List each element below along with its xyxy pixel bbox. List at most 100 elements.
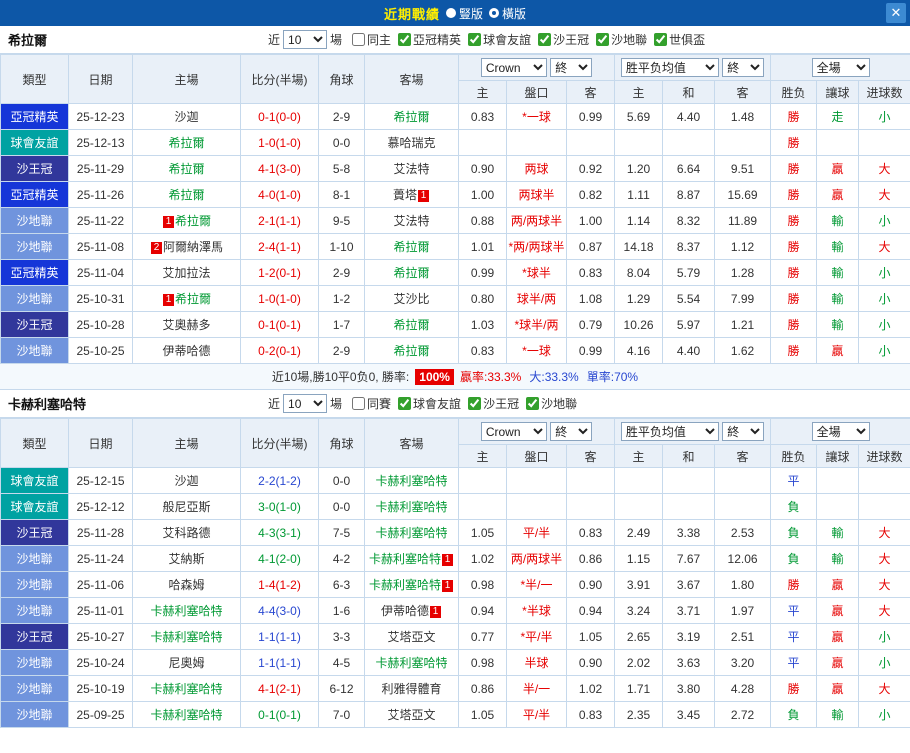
away-team-cell: 艾塔亞文 bbox=[365, 702, 459, 728]
view-option-vertical[interactable]: 豎版 bbox=[446, 5, 483, 22]
corners-cell: 0-0 bbox=[319, 494, 365, 520]
odds-home: 0.88 bbox=[459, 208, 507, 234]
team-name[interactable]: 希拉爾 bbox=[393, 266, 429, 280]
score-cell: 1-0(1-0) bbox=[241, 286, 319, 312]
filter-checkbox[interactable] bbox=[398, 33, 411, 46]
team-name[interactable]: 希拉爾 bbox=[393, 240, 429, 254]
team-name[interactable]: 希拉爾 bbox=[168, 162, 204, 176]
match-row: 亞冠精英25-12-23沙迦0-1(0-0)2-9希拉爾0.83*一球0.995… bbox=[1, 104, 910, 130]
team-name[interactable]: 卡赫利塞哈特 bbox=[369, 578, 441, 592]
summary-lead: 近10場,勝10平0负0, 勝率: bbox=[272, 368, 409, 385]
team-name[interactable]: 卡赫利塞哈特 bbox=[375, 474, 447, 488]
competition-filter[interactable]: 同主 bbox=[352, 31, 391, 48]
team-name[interactable]: 希拉爾 bbox=[393, 110, 429, 124]
close-button[interactable]: ✕ bbox=[886, 3, 906, 23]
games-count-select[interactable]: 10 bbox=[283, 394, 327, 413]
result-goals: 小 bbox=[859, 286, 910, 312]
filter-checkbox[interactable] bbox=[352, 33, 365, 46]
team-name[interactable]: 卡赫利塞哈特 bbox=[375, 656, 447, 670]
team-name[interactable]: 般尼亞斯 bbox=[162, 500, 210, 514]
team-name[interactable]: 伊蒂哈德 bbox=[381, 604, 429, 618]
team-name[interactable]: 艾科路德 bbox=[162, 526, 210, 540]
team-name[interactable]: 艾奧赫多 bbox=[162, 318, 210, 332]
odds-time-select[interactable]: 終 bbox=[550, 58, 592, 77]
result-outcome: 勝 bbox=[771, 182, 817, 208]
team-name[interactable]: 希拉爾 bbox=[168, 188, 204, 202]
competition-filter[interactable]: 球會友誼 bbox=[398, 395, 461, 412]
match-row: 沙王冠25-10-27卡赫利塞哈特1-1(1-1)3-3艾塔亞文0.77*平/半… bbox=[1, 624, 910, 650]
match-date: 25-12-23 bbox=[69, 104, 133, 130]
competition-filter[interactable]: 沙王冠 bbox=[538, 31, 589, 48]
competition-filter[interactable]: 沙地聯 bbox=[596, 31, 647, 48]
team-name[interactable]: 阿爾納澤馬 bbox=[163, 240, 223, 254]
avg-time-select[interactable]: 終 bbox=[722, 58, 764, 77]
match-date: 25-11-22 bbox=[69, 208, 133, 234]
radio-icon-horizontal[interactable] bbox=[489, 8, 499, 18]
view-option-horizontal[interactable]: 橫版 bbox=[489, 5, 526, 22]
team-name[interactable]: 沙迦 bbox=[174, 110, 198, 124]
match-row: 沙地聯25-09-25卡赫利塞哈特0-1(0-1)7-0艾塔亞文1.05平/半0… bbox=[1, 702, 910, 728]
team-name[interactable]: 希拉爾 bbox=[175, 214, 211, 228]
avg-time-select[interactable]: 終 bbox=[722, 422, 764, 441]
filter-checkbox[interactable] bbox=[596, 33, 609, 46]
team-name[interactable]: 卡赫利塞哈特 bbox=[375, 500, 447, 514]
team-name[interactable]: 卡赫利塞哈特 bbox=[150, 708, 222, 722]
team-name[interactable]: 艾納斯 bbox=[168, 552, 204, 566]
filter-checkbox[interactable] bbox=[468, 397, 481, 410]
team-name[interactable]: 利雅得體育 bbox=[381, 682, 441, 696]
games-count-select[interactable]: 10 bbox=[283, 30, 327, 49]
team-name[interactable]: 艾塔亞文 bbox=[387, 708, 435, 722]
odds-time-select[interactable]: 終 bbox=[550, 422, 592, 441]
team-name[interactable]: 卡赫利塞哈特 bbox=[369, 552, 441, 566]
filter-checkbox[interactable] bbox=[352, 397, 365, 410]
result-goals: 大 bbox=[859, 156, 910, 182]
team-name[interactable]: 卡赫利塞哈特 bbox=[150, 682, 222, 696]
team-name[interactable]: 慕哈瑞克 bbox=[387, 136, 435, 150]
team-name[interactable]: 希拉爾 bbox=[393, 318, 429, 332]
filter-checkbox[interactable] bbox=[526, 397, 539, 410]
team-name[interactable]: 伊蒂哈德 bbox=[162, 344, 210, 358]
rank-badge: 1 bbox=[163, 294, 174, 306]
col-header-away: 客場 bbox=[365, 419, 459, 468]
team-name[interactable]: 沙迦 bbox=[174, 474, 198, 488]
result-handicap bbox=[817, 130, 859, 156]
corners-cell: 7-0 bbox=[319, 702, 365, 728]
team-name[interactable]: 尼奧姆 bbox=[168, 656, 204, 670]
team-name[interactable]: 希拉爾 bbox=[175, 292, 211, 306]
competition-filter[interactable]: 亞冠精英 bbox=[398, 31, 461, 48]
competition-filter[interactable]: 同賽 bbox=[352, 395, 391, 412]
bookmaker-select[interactable]: Crown bbox=[481, 58, 547, 77]
team-name[interactable]: 卡赫利塞哈特 bbox=[375, 526, 447, 540]
team-name[interactable]: 蕢塔 bbox=[393, 188, 417, 202]
competition-filter[interactable]: 沙王冠 bbox=[468, 395, 519, 412]
avg-home bbox=[615, 494, 663, 520]
avg-type-select[interactable]: 胜平负均值 bbox=[621, 422, 719, 441]
competition-filter[interactable]: 球會友誼 bbox=[468, 31, 531, 48]
avg-away: 2.53 bbox=[715, 520, 771, 546]
competition-filter[interactable]: 沙地聯 bbox=[526, 395, 577, 412]
team-name[interactable]: 艾法特 bbox=[393, 162, 429, 176]
team-name[interactable]: 卡赫利塞哈特 bbox=[150, 604, 222, 618]
team-name[interactable]: 希拉爾 bbox=[393, 344, 429, 358]
avg-type-select[interactable]: 胜平负均值 bbox=[621, 58, 719, 77]
odds-away: 0.94 bbox=[567, 598, 615, 624]
team-name[interactable]: 艾加拉法 bbox=[162, 266, 210, 280]
filter-checkbox[interactable] bbox=[654, 33, 667, 46]
filter-checkbox[interactable] bbox=[398, 397, 411, 410]
team-name[interactable]: 艾法特 bbox=[393, 214, 429, 228]
team-name[interactable]: 哈森姆 bbox=[168, 578, 204, 592]
filter-checkbox[interactable] bbox=[538, 33, 551, 46]
radio-icon-vertical[interactable] bbox=[446, 8, 456, 18]
match-row: 沙地聯25-10-25伊蒂哈德0-2(0-1)2-9希拉爾0.83*一球0.99… bbox=[1, 338, 910, 364]
team-name[interactable]: 艾塔亞文 bbox=[387, 630, 435, 644]
bookmaker-select[interactable]: Crown bbox=[481, 422, 547, 441]
team-name[interactable]: 卡赫利塞哈特 bbox=[150, 630, 222, 644]
team-name[interactable]: 艾沙比 bbox=[393, 292, 429, 306]
avg-away bbox=[715, 468, 771, 494]
scope-select[interactable]: 全場 bbox=[812, 58, 870, 77]
team-name[interactable]: 希拉爾 bbox=[168, 136, 204, 150]
scope-select[interactable]: 全場 bbox=[812, 422, 870, 441]
competition-filter[interactable]: 世俱盃 bbox=[654, 31, 705, 48]
filter-checkbox[interactable] bbox=[468, 33, 481, 46]
avg-draw: 4.40 bbox=[663, 338, 715, 364]
